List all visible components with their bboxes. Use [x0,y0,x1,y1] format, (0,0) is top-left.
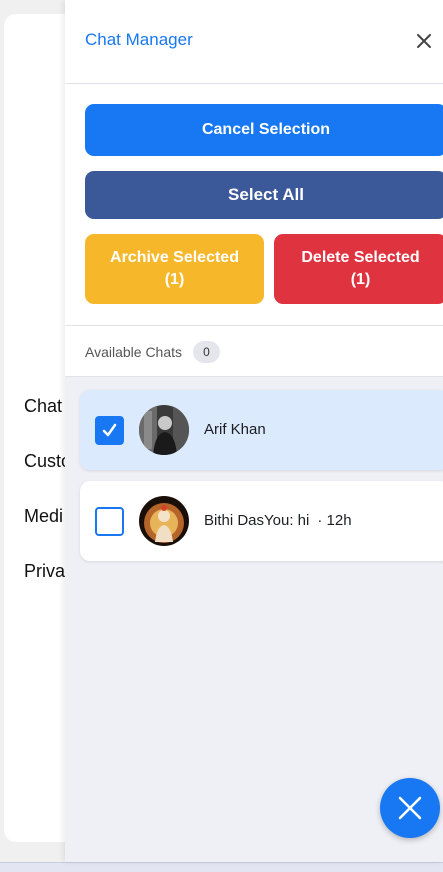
available-chats-count: 0 [193,341,220,363]
floating-close-button[interactable] [380,778,440,838]
menu-item-media[interactable]: Medi [24,506,71,561]
menu-item-privacy[interactable]: Priva [24,561,71,616]
delete-selected-button[interactable]: Delete Selected (1) [274,234,443,304]
chat-checkbox-unchecked[interactable] [95,507,124,536]
delete-selected-label: Delete Selected [301,249,420,266]
close-icon [417,34,431,48]
panel-header: Chat Manager [65,0,443,84]
cancel-selection-button[interactable]: Cancel Selection [85,104,443,156]
chat-item-arif-khan[interactable]: Arif Khan [80,390,443,470]
chat-name: Bithi DasYou: hi · 12h [204,512,352,529]
chat-name-text: Arif Khan [204,421,266,438]
avatar [139,496,189,546]
available-chats-header: Available Chats 0 [65,326,443,377]
chat-name-text: Bithi DasYou: hi [204,512,310,529]
avatar [139,405,189,455]
delete-selected-count: (1) [350,271,371,288]
menu-item-customize[interactable]: Custo [24,451,71,506]
bottom-strip [0,862,443,872]
chat-checkbox-checked[interactable] [95,416,124,445]
archive-selected-count: (1) [164,271,185,288]
panel-title: Chat Manager [85,30,193,49]
select-all-button[interactable]: Select All [85,171,443,219]
chat-manager-panel: Chat Manager Cancel Selection Select All… [65,0,443,862]
close-icon [398,796,422,820]
chat-item-bithi-das[interactable]: Bithi DasYou: hi · 12h [80,481,443,561]
close-button[interactable] [413,30,435,52]
background-menu: Chat Custo Medi Priva [24,396,71,616]
chat-timestamp: · 12h [317,512,352,529]
available-chats-label: Available Chats [85,344,183,360]
chat-name: Arif Khan [204,421,266,438]
archive-selected-label: Archive Selected [110,249,239,266]
archive-selected-button[interactable]: Archive Selected (1) [85,234,264,304]
checkmark-icon [102,423,117,437]
actions-section: Cancel Selection Select All Archive Sele… [65,84,443,326]
menu-item-chat[interactable]: Chat [24,396,71,451]
